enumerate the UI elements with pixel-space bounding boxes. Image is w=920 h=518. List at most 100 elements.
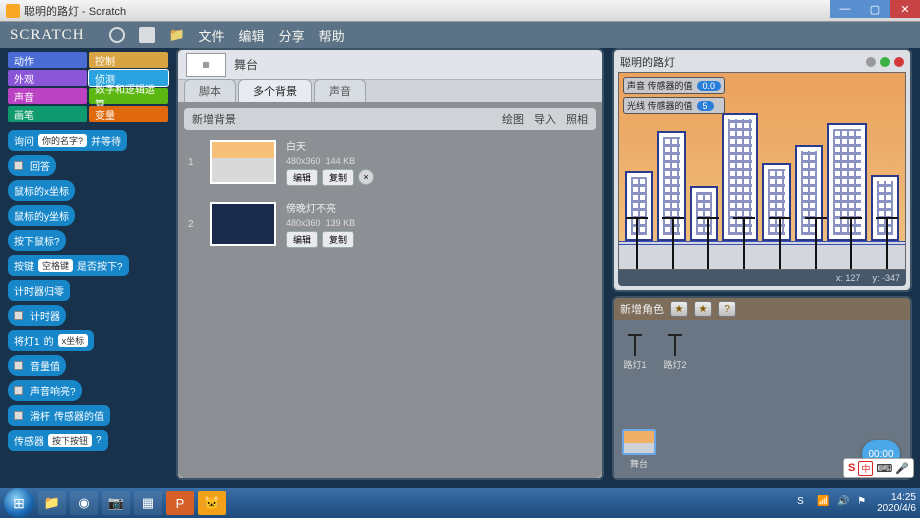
backdrop-import-button[interactable]: 导入 — [534, 111, 556, 127]
category-variables[interactable]: 变量 — [89, 106, 168, 122]
language-icon[interactable] — [109, 27, 125, 43]
block-attr-arg[interactable]: x坐标 — [58, 334, 89, 347]
lamp-icon — [634, 334, 636, 356]
window-title: 聪明的路灯 - Scratch — [24, 3, 126, 19]
new-sprite-import-button[interactable]: ★ — [694, 301, 712, 317]
sprite-stage-icon[interactable]: ▦ — [186, 53, 226, 77]
tray-flag-icon[interactable]: ⚑ — [857, 496, 871, 510]
block-key-arg[interactable]: 空格键 — [38, 259, 73, 272]
block-ask-arg[interactable]: 你的名字? — [38, 134, 87, 147]
tab-scripts[interactable]: 脚本 — [184, 79, 236, 102]
presentation-mode-icon[interactable] — [866, 57, 876, 67]
sprite-item[interactable]: 路灯2 — [662, 328, 688, 371]
block-sensorb-suffix: ? — [96, 435, 102, 446]
category-sound[interactable]: 声音 — [8, 88, 87, 104]
backdrop-list: 新增背景 绘图 导入 照相 1 白天 480x360 144 KB 编辑 复制 — [178, 102, 602, 478]
block-sensorb-prefix: 传感器 — [14, 433, 44, 448]
block-ask[interactable]: 询问 你的名字? 并等待 — [8, 130, 127, 151]
block-timer[interactable]: 计时器 — [8, 305, 66, 326]
green-flag-icon[interactable] — [880, 57, 890, 67]
backdrop-delete-button[interactable]: × — [358, 169, 374, 185]
block-mouse-y[interactable]: 鼠标的y坐标 — [8, 205, 75, 226]
start-button[interactable]: ⊞ — [4, 488, 34, 518]
window-minimize-button[interactable]: — — [830, 0, 860, 18]
sprite-item-label: 路灯1 — [623, 358, 646, 371]
coord-y-value: -347 — [882, 273, 900, 283]
taskbar-scratch-icon[interactable]: 🐱 — [198, 491, 226, 515]
backdrop-row[interactable]: 2 傍晚灯不亮 480x360 139 KB 编辑 复制 — [184, 194, 596, 254]
tray-sogou-icon[interactable]: S — [797, 496, 811, 510]
block-sensor-value[interactable]: 滑杆 传感器的值 — [8, 405, 110, 426]
tab-backdrops[interactable]: 多个背景 — [238, 79, 312, 102]
window-close-button[interactable]: ✕ — [890, 0, 920, 18]
taskbar-camera-icon[interactable]: 📷 — [102, 491, 130, 515]
taskbar: ⊞ 📁 ◉ 📷 ▦ P 🐱 S 📶 🔊 ⚑ 14:25 2020/4/6 — [0, 488, 920, 518]
category-pen[interactable]: 画笔 — [8, 106, 87, 122]
category-looks[interactable]: 外观 — [8, 70, 87, 86]
tray-volume-icon[interactable]: 🔊 — [837, 496, 851, 510]
block-key-pressed[interactable]: 按键 空格键 是否按下? — [8, 255, 129, 276]
block-reset-timer[interactable]: 计时器归零 — [8, 280, 70, 301]
block-sensor-bool[interactable]: 传感器 按下按钮 ? — [8, 430, 108, 451]
block-loud-q[interactable]: 声音响亮? — [8, 380, 82, 401]
monitor-sound-sensor[interactable]: 声音 传感器的值 0.0 — [623, 77, 725, 94]
tray-clock[interactable]: 14:25 2020/4/6 — [877, 492, 916, 514]
menu-help[interactable]: 帮助 — [319, 26, 345, 45]
taskbar-chrome-icon[interactable]: ◉ — [70, 491, 98, 515]
backdrop-name: 傍晚灯不亮 — [286, 200, 355, 215]
block-sensorb-arg[interactable]: 按下按钮 — [48, 434, 92, 447]
monitor-light-sensor[interactable]: 光线 传感器的值 5 — [623, 97, 725, 114]
window-maximize-button[interactable]: ▢ — [860, 0, 890, 18]
ime-mic-icon[interactable]: 🎤 — [895, 462, 909, 475]
ime-lang-badge[interactable]: 中 — [858, 461, 873, 476]
block-sensorv-checkbox[interactable] — [14, 411, 23, 420]
block-answer-checkbox[interactable] — [14, 161, 23, 170]
stop-icon[interactable] — [894, 57, 904, 67]
taskbar-powerpoint-icon[interactable]: P — [166, 491, 194, 515]
block-loudness-checkbox[interactable] — [14, 361, 23, 370]
block-timer-checkbox[interactable] — [14, 311, 23, 320]
taskbar-app-icon[interactable]: ▦ — [134, 491, 162, 515]
backdrop-thumb[interactable] — [210, 140, 276, 184]
block-attr-of[interactable]: 将灯1 的 x坐标 — [8, 330, 94, 351]
ime-keyboard-icon[interactable]: ⌨ — [876, 462, 892, 475]
monitor-value: 0.0 — [697, 81, 722, 91]
category-operators[interactable]: 数字和逻辑运算 — [89, 88, 168, 104]
backdrop-camera-button[interactable]: 照相 — [566, 111, 588, 127]
block-key-prefix: 按键 — [14, 258, 34, 273]
ime-toolbar[interactable]: S 中 ⌨ 🎤 — [843, 458, 914, 478]
block-loudness[interactable]: 音量值 — [8, 355, 66, 376]
block-key-suffix: 是否按下? — [77, 258, 123, 273]
backdrop-paint-button[interactable]: 绘图 — [502, 111, 524, 127]
folder-icon[interactable]: 📁 — [169, 27, 185, 43]
backdrop-copy-button[interactable]: 复制 — [322, 169, 354, 186]
app-icon — [6, 4, 20, 18]
backdrop-copy-button[interactable]: 复制 — [322, 231, 354, 248]
block-timer-label: 计时器 — [30, 308, 60, 323]
category-control[interactable]: 控制 — [89, 52, 168, 68]
menu-edit[interactable]: 编辑 — [239, 26, 265, 45]
sprite-stage-item[interactable]: 舞台 — [622, 429, 656, 470]
backdrop-thumb[interactable] — [210, 202, 276, 246]
tray-network-icon[interactable]: 📶 — [817, 496, 831, 510]
backdrop-row[interactable]: 1 白天 480x360 144 KB 编辑 复制 × — [184, 132, 596, 192]
sprite-item[interactable]: 路灯1 — [622, 328, 648, 371]
block-mouse-down[interactable]: 按下鼠标? — [8, 230, 66, 251]
block-ask-prefix: 询问 — [14, 133, 34, 148]
menu-share[interactable]: 分享 — [279, 26, 305, 45]
backdrop-edit-button[interactable]: 编辑 — [286, 169, 318, 186]
new-sprite-surprise-button[interactable]: ? — [718, 301, 736, 317]
menu-file[interactable]: 文件 — [199, 26, 225, 45]
block-answer[interactable]: 回答 — [8, 155, 56, 176]
taskbar-explorer-icon[interactable]: 📁 — [38, 491, 66, 515]
backdrop-edit-button[interactable]: 编辑 — [286, 231, 318, 248]
block-list: 询问 你的名字? 并等待 回答 鼠标的x坐标 鼠标的y坐标 按下鼠标? 按键 空… — [8, 130, 168, 451]
block-palette: 动作 控制 外观 侦测 声音 数字和逻辑运算 画笔 变量 询问 你的名字? 并等… — [8, 48, 168, 480]
stage[interactable]: 声音 传感器的值 0.0 光线 传感器的值 5 — [618, 72, 906, 270]
save-icon[interactable] — [139, 27, 155, 43]
new-sprite-paint-button[interactable]: ★ — [670, 301, 688, 317]
tab-sounds[interactable]: 声音 — [314, 79, 366, 102]
block-mouse-x[interactable]: 鼠标的x坐标 — [8, 180, 75, 201]
category-motion[interactable]: 动作 — [8, 52, 87, 68]
block-loud-checkbox[interactable] — [14, 386, 23, 395]
